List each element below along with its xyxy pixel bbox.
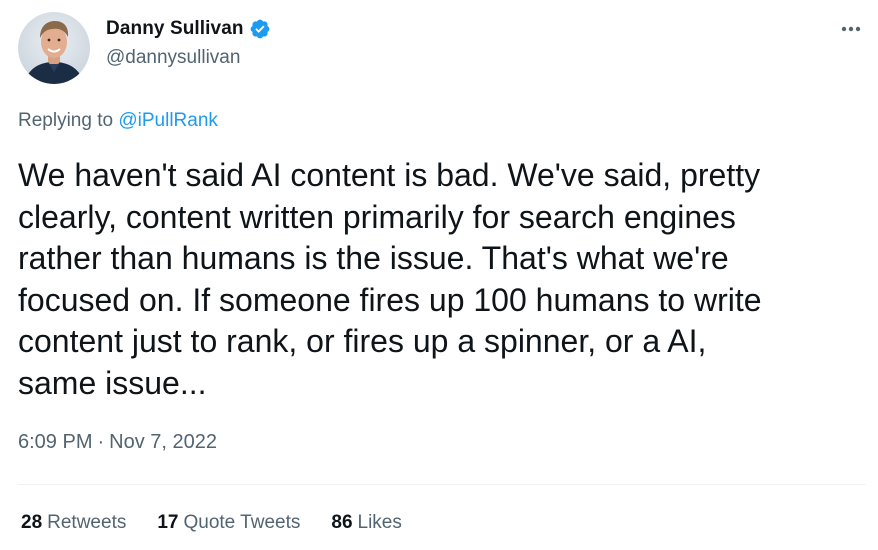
replying-to: Replying to @iPullRank: [18, 110, 218, 132]
timestamp-separator: ·: [97, 431, 105, 453]
avatar-photo-icon: [18, 12, 90, 84]
author-handle[interactable]: @dannysullivan: [106, 47, 271, 69]
tweet-text-line: same issue...: [18, 364, 207, 401]
engagement-stats: 28 Retweets 17 Quote Tweets 86 Likes: [21, 512, 433, 534]
likes-count: 86: [331, 512, 353, 533]
display-name-row: Danny Sullivan: [106, 16, 271, 42]
retweets-count: 28: [21, 512, 43, 533]
tweet-text-line: rather than humans is the issue. That's …: [18, 240, 729, 276]
tweet-header: Danny Sullivan @dannysullivan: [18, 10, 866, 84]
retweets-label: Retweets: [47, 512, 127, 533]
tweet-card: Danny Sullivan @dannysullivan Replying t…: [0, 0, 878, 550]
quote-tweets-count: 17: [157, 512, 179, 533]
verified-badge-icon: [249, 18, 271, 40]
tweet-date: Nov 7, 2022: [109, 431, 218, 453]
tweet-text: We haven't said AI content is bad. We've…: [18, 155, 866, 404]
replying-to-prefix: Replying to: [18, 110, 114, 131]
quote-tweets-stat[interactable]: 17 Quote Tweets: [157, 512, 300, 534]
quote-tweets-label: Quote Tweets: [183, 512, 301, 533]
tweet-text-line: focused on. If someone fires up 100 huma…: [18, 281, 762, 318]
likes-stat[interactable]: 86 Likes: [331, 512, 402, 534]
retweets-stat[interactable]: 28 Retweets: [21, 512, 126, 534]
more-horizontal-icon[interactable]: [836, 18, 866, 40]
author-names: Danny Sullivan @dannysullivan: [106, 16, 271, 69]
tweet-text-line: clearly, content written primarily for s…: [18, 198, 736, 235]
divider: [18, 484, 866, 485]
tweet-text-line: We haven't said AI content is bad. We've…: [18, 157, 761, 193]
avatar[interactable]: [18, 12, 90, 84]
reply-handle-link[interactable]: @iPullRank: [118, 110, 218, 131]
tweet-text-line: content just to rank, or fires up a spin…: [18, 323, 707, 359]
likes-label: Likes: [357, 512, 402, 533]
tweet-timestamp[interactable]: 6:09 PM · Nov 7, 2022: [18, 431, 217, 454]
display-name[interactable]: Danny Sullivan: [106, 18, 244, 40]
tweet-time: 6:09 PM: [18, 431, 93, 453]
